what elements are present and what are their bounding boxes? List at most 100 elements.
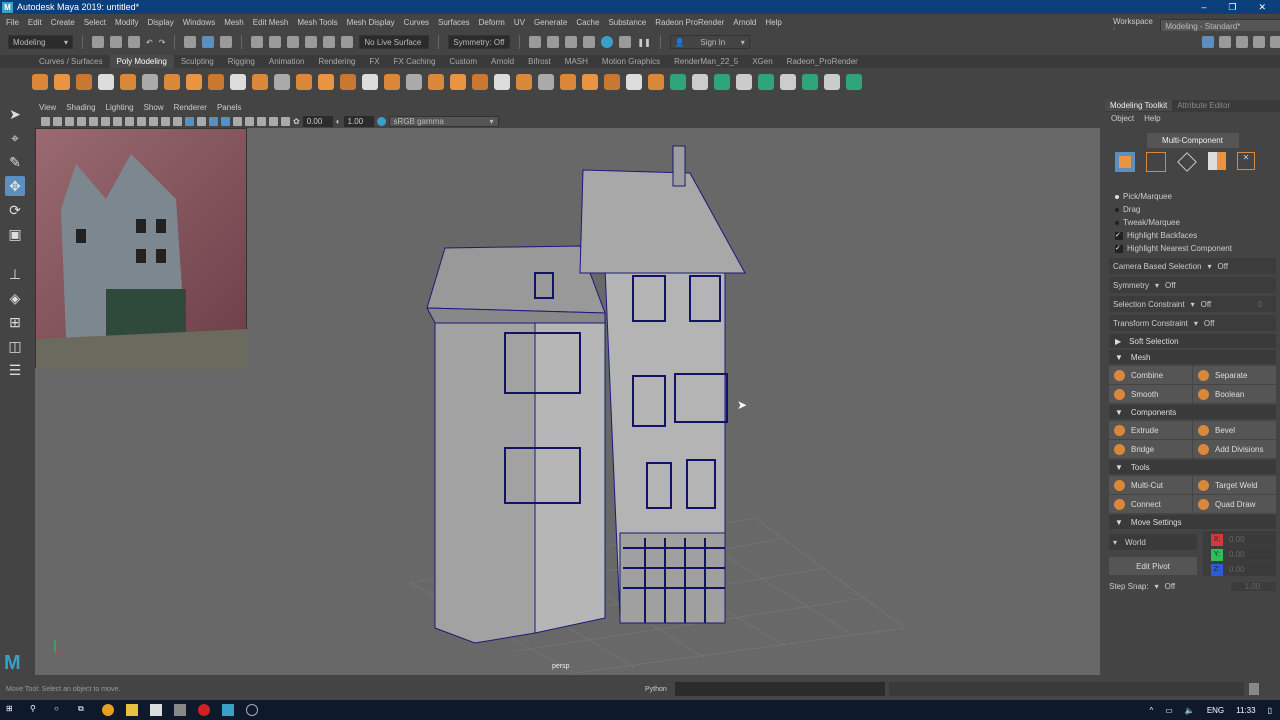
- snap-grid-icon[interactable]: [251, 36, 264, 48]
- shelf-tool-icon[interactable]: [54, 73, 70, 90]
- shelf-tool-icon[interactable]: [406, 73, 422, 90]
- axis-2-label[interactable]: Z:: [1211, 563, 1223, 576]
- task-view-icon[interactable]: ⧉: [78, 704, 90, 716]
- single-pane-layout-icon[interactable]: ◈: [5, 288, 25, 308]
- windows-start-icon[interactable]: ⊞: [6, 704, 18, 716]
- menu-surfaces[interactable]: Surfaces: [438, 18, 470, 27]
- store-icon[interactable]: [150, 704, 162, 716]
- sign-in-button[interactable]: 👤 Sign In ▾: [669, 35, 750, 49]
- resolution-gate-icon[interactable]: [125, 116, 134, 126]
- viewport-menu-shading[interactable]: Shading: [66, 103, 95, 112]
- radio-pick-marquee[interactable]: Pick/Marquee: [1105, 190, 1280, 203]
- opera-icon[interactable]: [198, 704, 210, 716]
- character-controls-icon[interactable]: [1219, 36, 1231, 48]
- viewport-menu-renderer[interactable]: Renderer: [174, 103, 207, 112]
- field-chart-icon[interactable]: [149, 116, 158, 126]
- target-weld-button[interactable]: Target Weld: [1193, 476, 1276, 494]
- shelf-tab-bifrost[interactable]: Bifrost: [521, 55, 558, 68]
- shelf-tool-icon[interactable]: [846, 73, 862, 90]
- shelf-tab-curves-surfaces[interactable]: Curves / Surfaces: [32, 55, 110, 68]
- shelf-tab-renderman-22-5[interactable]: RenderMan_22_5: [667, 55, 745, 68]
- menu-arnold[interactable]: Arnold: [733, 18, 756, 27]
- default-material-icon[interactable]: [197, 116, 206, 126]
- bookmark-icon[interactable]: [65, 116, 74, 126]
- menu-generate[interactable]: Generate: [534, 18, 567, 27]
- shelf-tool-icon[interactable]: [516, 73, 532, 90]
- add-divisions-button[interactable]: Add Divisions: [1193, 440, 1276, 458]
- shelf-tool-icon[interactable]: [472, 73, 488, 90]
- separate-button[interactable]: Separate: [1193, 366, 1276, 384]
- python-label[interactable]: Python: [645, 686, 675, 693]
- grease-pencil-icon[interactable]: [89, 116, 98, 126]
- shelf-tool-icon[interactable]: [296, 73, 312, 90]
- shelf-tool-icon[interactable]: [318, 73, 334, 90]
- shelf-tab-poly-modeling[interactable]: Poly Modeling: [109, 55, 174, 68]
- shelf-tool-icon[interactable]: [142, 73, 158, 90]
- volume-icon[interactable]: 🔈: [1185, 706, 1195, 715]
- vertex-mode-button[interactable]: [1146, 152, 1166, 172]
- menu-select[interactable]: Select: [84, 18, 106, 27]
- snap-surface-icon[interactable]: [323, 36, 336, 48]
- axis-icon[interactable]: ⊥: [5, 264, 25, 284]
- snap-live-icon[interactable]: [341, 36, 354, 48]
- menu-cache[interactable]: Cache: [576, 18, 599, 27]
- render-settings-icon[interactable]: [583, 36, 596, 48]
- radio-drag[interactable]: Drag: [1105, 203, 1280, 216]
- shelf-tool-icon[interactable]: [76, 73, 92, 90]
- shelf-tool-icon[interactable]: [780, 73, 796, 90]
- safe-action-icon[interactable]: [161, 116, 170, 126]
- cortana-icon[interactable]: ○: [54, 704, 66, 716]
- image-plane-icon[interactable]: [77, 116, 86, 126]
- axis-0-label[interactable]: X:: [1211, 533, 1223, 546]
- shelf-tool-icon[interactable]: [32, 73, 48, 90]
- shelf-tab-rendering[interactable]: Rendering: [311, 55, 362, 68]
- shelf-tool-icon[interactable]: [98, 73, 114, 90]
- ambient-occlusion-icon[interactable]: [257, 116, 266, 126]
- quad-draw-button[interactable]: Quad Draw: [1193, 495, 1276, 513]
- radio-tweak-marquee[interactable]: Tweak/Marquee: [1105, 216, 1280, 229]
- select-object-icon[interactable]: [202, 36, 215, 48]
- camera-based-selection-option[interactable]: Camera Based Selection ▾ Off: [1109, 258, 1276, 274]
- modeling-toolkit-toggle-icon[interactable]: [1202, 36, 1214, 48]
- render-setup-icon[interactable]: [619, 36, 632, 48]
- menu-mesh[interactable]: Mesh: [224, 18, 244, 27]
- app-icon[interactable]: [174, 704, 186, 716]
- snap-view-icon[interactable]: [305, 36, 318, 48]
- checkbox-highlight-backfaces[interactable]: ✓ Highlight Backfaces: [1105, 229, 1280, 242]
- menu-windows[interactable]: Windows: [183, 18, 215, 27]
- obs-icon[interactable]: [246, 704, 258, 716]
- symmetry-dropdown[interactable]: Symmetry: Off: [448, 35, 511, 49]
- shelf-tab-fx[interactable]: FX: [362, 55, 386, 68]
- shelf-tool-icon[interactable]: [340, 73, 356, 90]
- gamma-field[interactable]: 1.00: [343, 115, 374, 127]
- search-icon[interactable]: ⚲: [30, 704, 42, 716]
- axis-1-label[interactable]: Y:: [1211, 548, 1223, 561]
- outliner-layout-icon[interactable]: ☰: [5, 360, 25, 380]
- axis-value-field[interactable]: 0.00: [1229, 565, 1276, 574]
- tab-attribute-editor[interactable]: Attribute Editor: [1172, 100, 1235, 111]
- shelf-tool-icon[interactable]: [648, 73, 664, 90]
- menu-help[interactable]: Help: [765, 18, 781, 27]
- shelf-tool-icon[interactable]: [164, 73, 180, 90]
- network-icon[interactable]: ▭: [1165, 706, 1173, 715]
- menu-radeon-prorender[interactable]: Radeon ProRender: [655, 18, 724, 27]
- shadows-icon[interactable]: [245, 116, 254, 126]
- shelf-tool-icon[interactable]: [736, 73, 752, 90]
- shelf-tab-mash[interactable]: MASH: [558, 55, 595, 68]
- select-hierarchy-icon[interactable]: [184, 36, 197, 48]
- menu-file[interactable]: File: [6, 18, 19, 27]
- bridge-button[interactable]: Bridge: [1109, 440, 1192, 458]
- language-indicator[interactable]: ENG: [1207, 706, 1224, 715]
- two-pane-layout-icon[interactable]: ◫: [5, 336, 25, 356]
- tool-settings-toggle-icon[interactable]: [1253, 36, 1265, 48]
- open-scene-icon[interactable]: [110, 36, 122, 48]
- checkbox-highlight-nearest[interactable]: ✓ Highlight Nearest Component: [1105, 242, 1280, 255]
- xray-icon[interactable]: [221, 116, 230, 126]
- shelf-tool-icon[interactable]: [252, 73, 268, 90]
- boolean-button[interactable]: Boolean: [1193, 385, 1276, 403]
- lights-icon[interactable]: [233, 116, 242, 126]
- edge-mode-button[interactable]: [1177, 152, 1197, 172]
- menu-help[interactable]: Help: [1144, 114, 1160, 123]
- shelf-tool-icon[interactable]: [120, 73, 136, 90]
- shelf-tool-icon[interactable]: [186, 73, 202, 90]
